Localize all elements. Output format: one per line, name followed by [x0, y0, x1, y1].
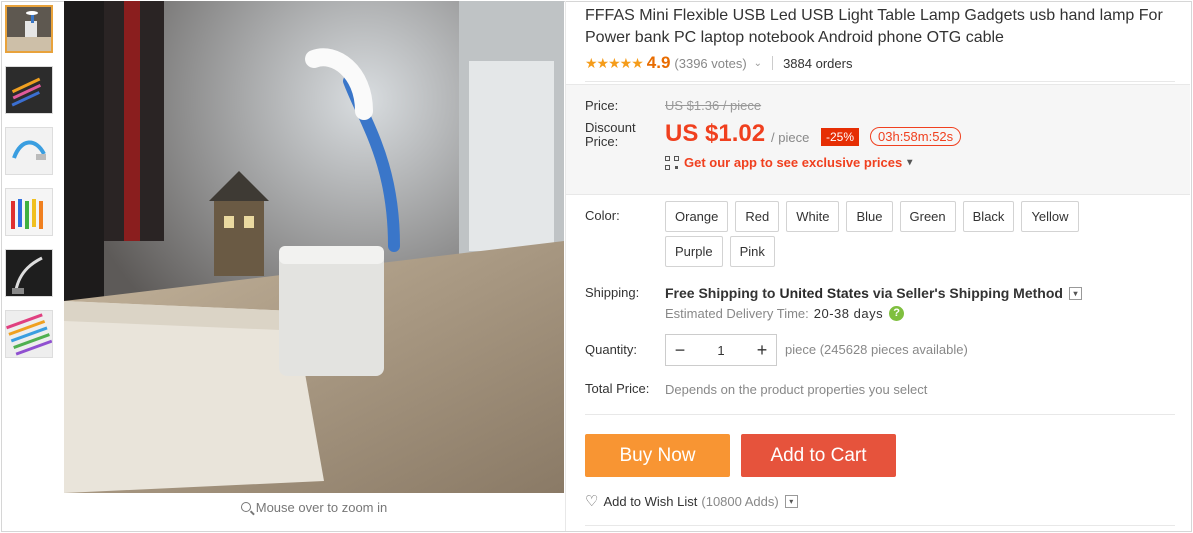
thumbnail-4[interactable] [5, 188, 53, 236]
shipping-dropdown-icon[interactable]: ▾ [1068, 286, 1082, 300]
shipping-country-link[interactable]: United States [779, 285, 868, 301]
color-option-yellow[interactable]: Yellow [1021, 201, 1079, 232]
original-price: US $1.36 / piece [665, 98, 762, 113]
app-promo-link[interactable]: Get our app to see exclusive prices ▾ [665, 155, 912, 170]
add-to-cart-button[interactable]: Add to Cart [741, 434, 896, 477]
column-divider [565, 1, 566, 531]
buy-now-button[interactable]: Buy Now [585, 434, 730, 477]
thumbnail-6[interactable] [5, 310, 53, 358]
wishlist-dropdown-icon[interactable]: ▾ [784, 494, 798, 508]
divider [585, 525, 1175, 526]
thumbnail-1[interactable] [5, 5, 53, 53]
total-price-label: Total Price: [585, 381, 650, 396]
quantity-decrease-button[interactable]: − [666, 340, 694, 361]
thumbnail-3[interactable] [5, 127, 53, 175]
quantity-label: Quantity: [585, 342, 638, 357]
color-option-purple[interactable]: Purple [665, 236, 723, 267]
magnifier-icon [240, 502, 251, 512]
shipping-label: Shipping: [585, 285, 640, 300]
quantity-increase-button[interactable]: + [748, 340, 776, 361]
quantity-stepper: − 1 + [665, 334, 777, 366]
star-rating-icon: ★★★★★ [585, 54, 644, 71]
color-option-orange[interactable]: Orange [665, 201, 729, 232]
caret-down-icon: ▾ [907, 157, 913, 168]
color-option-black[interactable]: Black [962, 201, 1015, 232]
thumbnail-2[interactable] [5, 66, 53, 114]
color-option-blue[interactable]: Blue [846, 201, 893, 232]
quantity-input[interactable]: 1 [694, 343, 748, 358]
discount-price: US $1.02 [665, 120, 766, 147]
divider [566, 194, 1190, 195]
rating-row: ★★★★★ 4.9 (3396 votes) ⌄ 3884 orders [585, 53, 852, 73]
help-icon[interactable]: ? [889, 306, 905, 321]
divider [772, 56, 774, 70]
thumbnail-list [5, 5, 55, 371]
heart-plus-icon: ♡ [585, 493, 599, 510]
quantity-available: piece (245628 pieces available) [785, 342, 968, 357]
zoom-hint: Mouse over to zoom in [64, 500, 564, 515]
qr-code-icon [665, 155, 679, 170]
countdown-timer: 03h:58m:52s [870, 127, 962, 146]
color-option-green[interactable]: Green [899, 201, 956, 232]
product-title: FFFAS Mini Flexible USB Led USB Light Ta… [585, 7, 1163, 46]
votes-link[interactable]: (3396 votes) [674, 56, 746, 71]
rating-value: 4.9 [646, 53, 671, 72]
discount-badge: -25% [821, 128, 860, 146]
chevron-down-icon[interactable]: ⌄ [754, 58, 762, 69]
thumbnail-5[interactable] [5, 249, 53, 297]
total-price-value: Depends on the product properties you se… [665, 382, 928, 397]
main-product-image[interactable] [64, 1, 564, 493]
orders-count: 3884 orders [783, 55, 853, 71]
discount-price-label: Discount Price: [585, 120, 636, 149]
shipping-info: Free Shipping to United States via Selle… [665, 285, 1082, 301]
color-label: Color: [585, 208, 620, 223]
price-label: Price: [585, 98, 619, 113]
estimated-delivery: Estimated Delivery Time: 20-38 days ? [665, 306, 905, 321]
color-options: Orange Red White Blue Green Black Yellow… [665, 201, 1125, 271]
color-option-white[interactable]: White [786, 201, 840, 232]
color-option-red[interactable]: Red [735, 201, 780, 232]
color-option-pink[interactable]: Pink [729, 236, 775, 267]
divider [585, 414, 1175, 415]
divider [585, 81, 1175, 82]
add-to-wishlist-link[interactable]: ♡ Add to Wish List (10800 Adds) ▾ [585, 492, 798, 510]
price-unit: / piece [771, 130, 810, 145]
